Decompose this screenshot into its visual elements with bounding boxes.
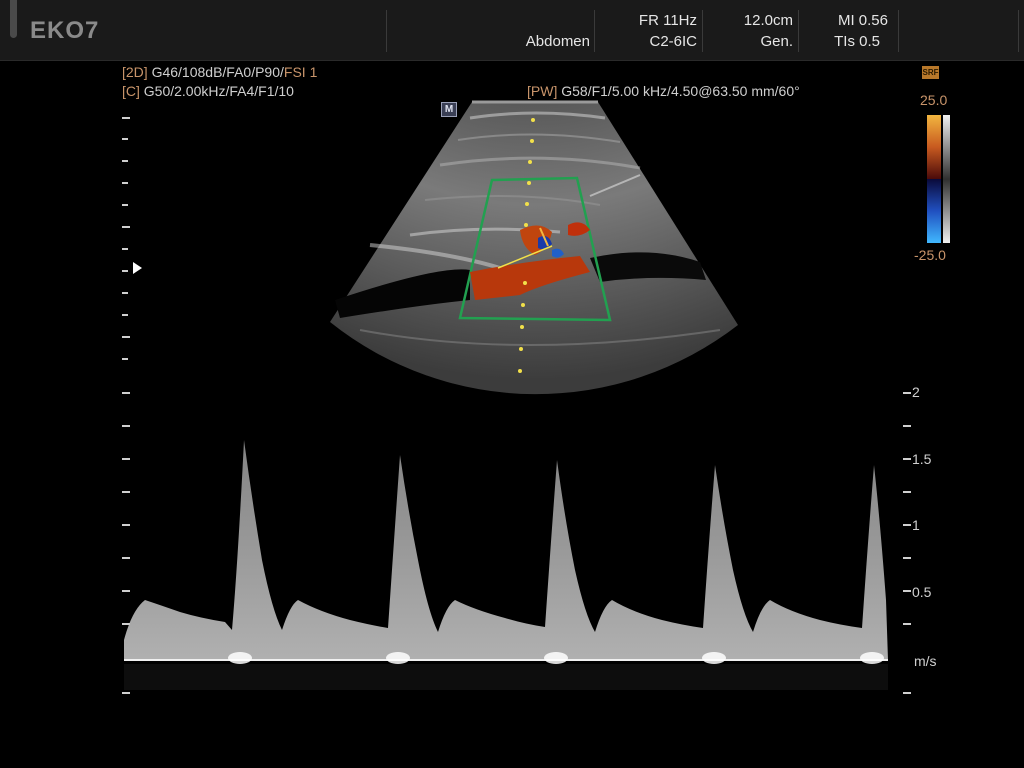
imaging-canvas (122, 100, 950, 694)
color-scale-min: -25.0 (914, 247, 946, 263)
doppler-tick-1-5: 1.5 (912, 451, 932, 467)
doppler-unit-label: m/s (914, 653, 937, 669)
color-scale-max: 25.0 (920, 92, 948, 108)
doppler-tick-0-5: 0.5 (912, 584, 932, 600)
doppler-right-ruler (903, 392, 911, 694)
doppler-tick-2: 2 (912, 384, 920, 400)
srf-icon[interactable]: SRF (922, 66, 939, 79)
doppler-spectrum (124, 440, 888, 690)
depth-ruler (122, 117, 130, 360)
focus-marker-icon[interactable] (133, 262, 142, 274)
doppler-tick-1: 1 (912, 517, 920, 533)
color-velocity-scale (927, 115, 950, 243)
